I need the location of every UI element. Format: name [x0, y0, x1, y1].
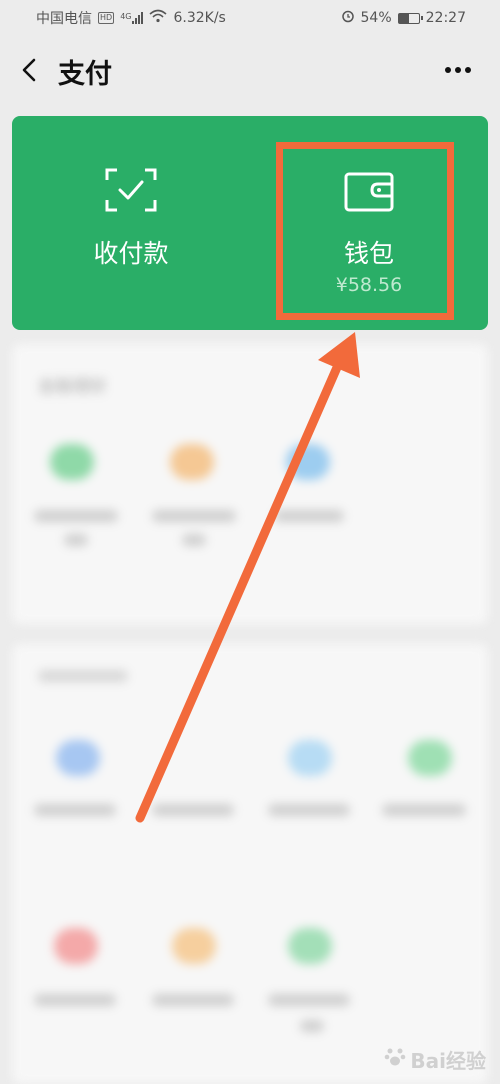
- service-label: [34, 804, 116, 816]
- battery-percent: 54%: [360, 10, 392, 26]
- more-dots-icon[interactable]: [442, 58, 474, 82]
- navigation-header: 支付: [0, 40, 500, 100]
- scan-check-icon: [105, 168, 157, 216]
- signal-icon: 4G: [120, 12, 144, 24]
- service-label: [268, 804, 350, 816]
- baidu-watermark: Bai经验: [384, 1045, 486, 1074]
- service-icon[interactable]: [54, 928, 98, 964]
- chevron-left-icon[interactable]: [14, 54, 46, 86]
- service-icon[interactable]: [172, 928, 216, 964]
- paw-icon: [384, 1046, 406, 1073]
- service-icon[interactable]: [170, 444, 214, 480]
- service-label: [64, 534, 88, 546]
- service-icon[interactable]: [286, 444, 330, 480]
- service-icon[interactable]: [56, 740, 100, 776]
- receive-payment-label: 收付款: [93, 239, 169, 268]
- service-icon[interactable]: [288, 928, 332, 964]
- service-icon[interactable]: [50, 444, 94, 480]
- service-label: [382, 804, 466, 816]
- status-bar: 中国电信 HD 4G 6.32K/s 54% 22:27: [0, 0, 500, 36]
- alarm-icon: [341, 9, 355, 27]
- service-label: [274, 510, 344, 522]
- service-label: [34, 994, 116, 1006]
- service-label: [152, 994, 234, 1006]
- battery-icon: [397, 12, 423, 24]
- service-icon[interactable]: [408, 740, 452, 776]
- receive-payment-button[interactable]: 收付款: [12, 116, 250, 330]
- carrier-name: 中国电信: [36, 11, 92, 27]
- life-services-panel: [12, 644, 488, 1084]
- finance-panel: 金融理财: [12, 344, 488, 624]
- page-title: 支付: [58, 59, 112, 90]
- life-section-title: [38, 670, 128, 682]
- service-icon[interactable]: [288, 740, 332, 776]
- wallet-highlight-box: [276, 142, 454, 320]
- service-label: [152, 804, 234, 816]
- blurred-content: 金融理财: [12, 344, 488, 1084]
- network-speed: 6.32K/s: [173, 10, 226, 26]
- service-label: [34, 510, 118, 522]
- hd-badge: HD: [98, 12, 115, 24]
- finance-section-title: 金融理财: [38, 377, 106, 397]
- service-label: [300, 1020, 324, 1032]
- wifi-icon: [149, 9, 168, 27]
- service-label: [152, 510, 236, 522]
- service-label: [268, 994, 350, 1006]
- clock-time: 22:27: [425, 10, 466, 26]
- service-label: [182, 534, 206, 546]
- watermark-text: Bai经验: [410, 1049, 486, 1073]
